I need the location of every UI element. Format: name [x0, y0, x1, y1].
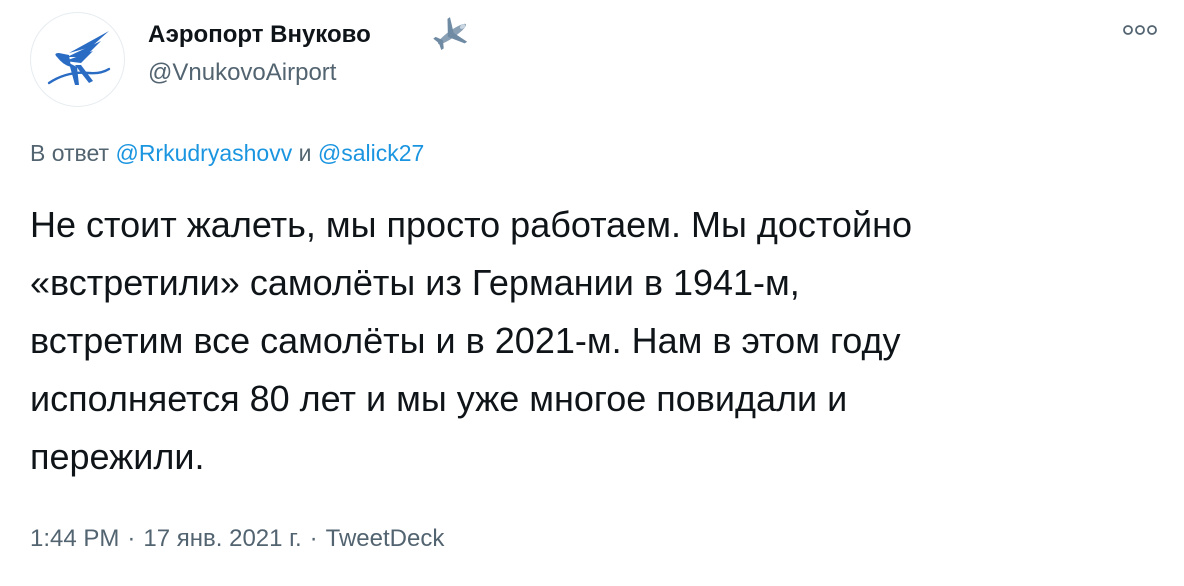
- tweet-text-line: исполняется 80 лет и мы уже многое повид…: [30, 378, 848, 419]
- tweet-text: Не стоит жалеть, мы просто работаем. Мы …: [30, 196, 1150, 486]
- meta-separator: ·: [127, 525, 136, 552]
- reply-context: В ответ @Rrkudryashovv и @salick27: [30, 138, 424, 168]
- meta-separator: ·: [309, 525, 318, 552]
- avatar[interactable]: [30, 12, 125, 107]
- airplane-emoji-icon: [433, 17, 468, 51]
- tweet-text-line: встретим все самолёты и в 2021-м. Нам в …: [30, 320, 901, 361]
- mention-link[interactable]: @Rrkudryashovv: [115, 140, 292, 166]
- tweet-meta: 1:44 PM · 17 янв. 2021 г. · TweetDeck: [30, 524, 444, 554]
- tweet-text-line: пережили.: [30, 436, 205, 477]
- tweet-card: Аэропорт Внуково @VnukovoAirport В ответ…: [0, 0, 1184, 586]
- more-options-icon[interactable]: [1120, 20, 1160, 40]
- tweet-text-line: Не стоит жалеть, мы просто работаем. Мы …: [30, 204, 912, 245]
- author-handle[interactable]: @VnukovoAirport: [148, 58, 336, 88]
- author-display-name[interactable]: Аэропорт Внуково: [148, 20, 371, 50]
- reply-prefix: В ответ: [30, 140, 110, 166]
- tweet-source[interactable]: TweetDeck: [326, 525, 445, 552]
- vnukovo-logo-icon: [47, 31, 111, 85]
- tweet-date[interactable]: 17 янв. 2021 г.: [143, 525, 301, 552]
- mention-link[interactable]: @salick27: [318, 140, 424, 166]
- reply-conjunction: и: [298, 140, 312, 166]
- tweet-text-line: «встретили» самолёты из Германии в 1941-…: [30, 262, 800, 303]
- tweet-time[interactable]: 1:44 PM: [30, 525, 119, 552]
